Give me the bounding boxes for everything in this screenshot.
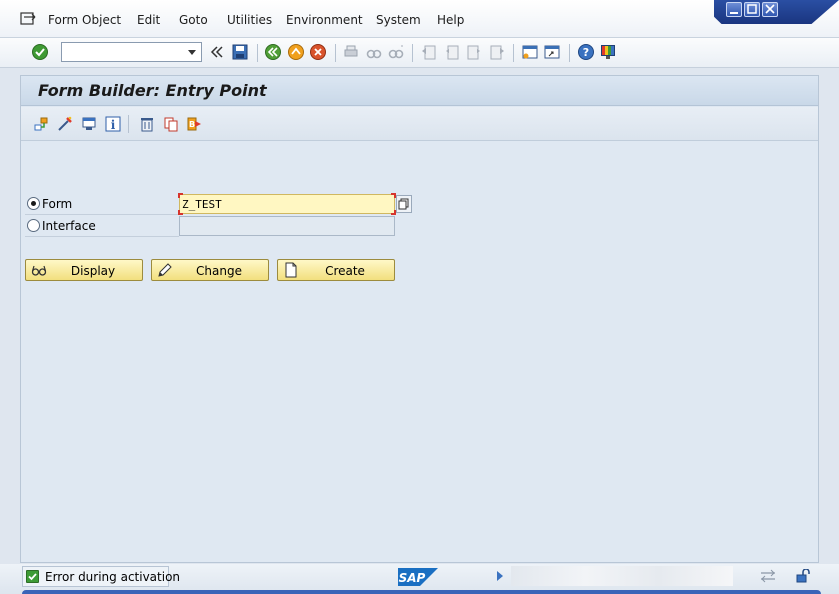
exit-icon[interactable] <box>287 43 305 61</box>
menu-utilities[interactable]: Utilities <box>227 13 272 27</box>
svg-text:SAP: SAP <box>399 571 426 585</box>
focus-corner <box>178 193 183 198</box>
svg-text:i: i <box>111 118 116 132</box>
svg-text:B: B <box>189 120 195 129</box>
chevron-down-icon[interactable] <box>185 45 199 59</box>
radio-form-label: Form <box>42 197 73 211</box>
system-info-field <box>511 566 733 586</box>
print-icon[interactable] <box>342 43 360 61</box>
radio-interface-row[interactable]: Interface <box>25 216 179 236</box>
layout-menu-icon[interactable] <box>599 43 617 61</box>
copy-icon[interactable] <box>162 115 180 133</box>
collapse-arrows-icon[interactable] <box>208 43 226 61</box>
find-icon[interactable] <box>365 43 383 61</box>
find-next-icon[interactable] <box>387 43 405 61</box>
minimize-button[interactable] <box>726 2 742 17</box>
minimize-icon <box>730 12 738 14</box>
window-controls <box>714 0 839 24</box>
display-button-label: Display <box>70 264 116 278</box>
toolbar-separator <box>128 115 129 133</box>
status-message[interactable]: Error during activation <box>22 566 180 587</box>
create-button[interactable]: Create <box>277 259 395 281</box>
save-icon[interactable] <box>231 43 249 61</box>
radio-interface[interactable] <box>27 219 40 232</box>
test-icon[interactable] <box>56 115 74 133</box>
display-button[interactable]: Display <box>25 259 143 281</box>
toolbar-separator <box>569 44 570 62</box>
activate-icon[interactable] <box>80 115 98 133</box>
last-page-icon[interactable] <box>488 43 506 61</box>
form-name-field[interactable] <box>178 193 396 215</box>
change-button-label: Change <box>196 264 242 278</box>
enter-icon[interactable] <box>31 43 49 61</box>
menu-form-object[interactable]: Form Object <box>48 13 121 27</box>
previous-page-icon[interactable] <box>443 43 461 61</box>
help-icon[interactable]: ? <box>577 43 595 61</box>
create-session-icon[interactable] <box>521 43 539 61</box>
unlock-icon[interactable] <box>795 569 811 583</box>
first-page-icon[interactable] <box>420 43 438 61</box>
radio-form[interactable] <box>27 197 40 210</box>
interface-name-field[interactable] <box>179 216 395 236</box>
command-input[interactable] <box>62 43 180 61</box>
menu-help[interactable]: Help <box>437 13 464 27</box>
menu-bar: Form Object Edit Goto Utilities Environm… <box>0 0 839 38</box>
radio-form-row[interactable]: Form <box>25 194 179 214</box>
form-name-input[interactable] <box>180 195 392 213</box>
command-field[interactable] <box>61 42 202 62</box>
svg-text:?: ? <box>583 46 589 59</box>
overwrite-mode-icon[interactable] <box>760 569 776 583</box>
success-check-icon <box>26 570 39 583</box>
toolbar-separator <box>257 44 258 62</box>
main-panel: Form Builder: Entry Point i B Form Z_TES… <box>20 75 819 563</box>
bottom-strip <box>22 590 821 594</box>
close-icon <box>765 4 775 14</box>
value-help-button[interactable] <box>396 195 412 213</box>
sap-logo: SAP <box>398 568 438 586</box>
application-toolbar: i B <box>21 107 818 141</box>
menu-icon[interactable] <box>20 12 36 26</box>
next-page-icon[interactable] <box>465 43 483 61</box>
radio-interface-label: Interface <box>42 219 96 233</box>
toolbar-separator <box>335 44 336 62</box>
expand-arrow-icon[interactable] <box>496 571 504 581</box>
cancel-icon[interactable] <box>309 43 327 61</box>
delete-icon[interactable] <box>138 115 156 133</box>
back-icon[interactable] <box>264 43 282 61</box>
info-icon[interactable]: i <box>104 115 122 133</box>
maximize-icon <box>747 4 757 14</box>
change-button[interactable]: Change <box>151 259 269 281</box>
row-divider <box>25 214 179 215</box>
close-button[interactable] <box>762 2 778 17</box>
toolbar-separator <box>412 44 413 62</box>
other-object-icon[interactable] <box>32 115 50 133</box>
toolbar-separator <box>513 44 514 62</box>
content-area: Form Interface Displa <box>21 142 818 562</box>
create-button-label: Create <box>325 264 365 278</box>
title-bar: Form Builder: Entry Point <box>21 76 818 106</box>
row-divider <box>25 236 179 237</box>
menu-environment[interactable]: Environment <box>286 13 363 27</box>
maximize-button[interactable] <box>744 2 760 17</box>
page-title: Form Builder: Entry Point <box>38 81 267 100</box>
interface-name-input[interactable] <box>180 217 392 235</box>
menu-system[interactable]: System <box>376 13 421 27</box>
status-message-text: Error during activation <box>45 570 181 584</box>
rename-icon[interactable]: B <box>186 115 204 133</box>
value-help-icon <box>398 198 409 210</box>
system-toolbar: ? <box>0 38 839 68</box>
menu-edit[interactable]: Edit <box>137 13 160 27</box>
shortcut-icon[interactable] <box>543 43 561 61</box>
menu-goto[interactable]: Goto <box>179 13 208 27</box>
focus-corner <box>178 210 183 215</box>
